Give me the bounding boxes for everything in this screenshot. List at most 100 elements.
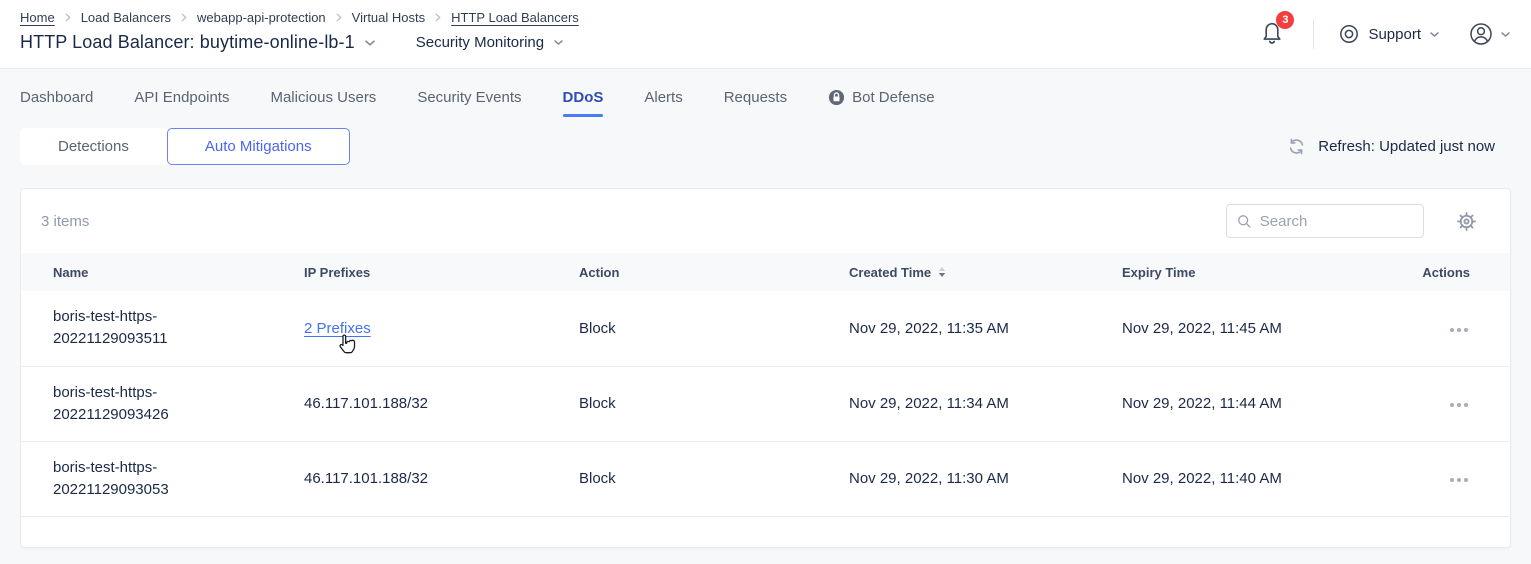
chevron-right-icon <box>64 13 72 22</box>
notifications-button[interactable]: 3 <box>1259 18 1285 51</box>
search-icon <box>1237 213 1252 230</box>
column-label: Expiry Time <box>1122 265 1195 280</box>
expiry-time-value: Nov 29, 2022, 11:44 AM <box>1122 395 1282 412</box>
tab-ddos[interactable]: DDoS <box>563 89 604 117</box>
row-actions-menu-button[interactable] <box>1448 397 1470 413</box>
tab-label: Requests <box>724 89 787 106</box>
page-title: HTTP Load Balancer: buytime-online-lb-1 <box>20 32 355 53</box>
title-row: HTTP Load Balancer: buytime-online-lb-1 … <box>20 32 1259 53</box>
ip-prefixes-cell: 46.117.101.188/32 <box>304 470 428 487</box>
header-right: 3 Support <box>1259 0 1511 68</box>
table-row: boris-test-https-20221129093511 2 Prefix… <box>21 291 1510 366</box>
created-time-value: Nov 29, 2022, 11:34 AM <box>849 395 1009 412</box>
chevron-down-icon <box>553 39 564 46</box>
created-time-value: Nov 29, 2022, 11:30 AM <box>849 470 1009 487</box>
column-label: Actions <box>1422 265 1470 280</box>
header-left: Home Load Balancers webapp-api-protection V… <box>20 0 1259 53</box>
tab-api-endpoints[interactable]: API Endpoints <box>134 89 229 117</box>
column-label: Name <box>53 265 88 280</box>
tab-label: API Endpoints <box>134 89 229 106</box>
column-header-expiry-time[interactable]: Expiry Time <box>1122 253 1402 291</box>
account-menu[interactable] <box>1468 21 1511 47</box>
search-input[interactable] <box>1260 213 1413 230</box>
prefixes-link[interactable]: 2 Prefixes <box>304 320 371 337</box>
breadcrumb-item[interactable]: Home <box>20 10 55 25</box>
expiry-time-value: Nov 29, 2022, 11:45 AM <box>1122 320 1282 337</box>
support-menu[interactable]: Support <box>1338 23 1440 45</box>
column-header-created-time[interactable]: Created Time <box>849 253 1122 291</box>
column-label: Action <box>579 265 619 280</box>
mitigations-card: 3 items Name IP Prefixes Action Created Tim… <box>20 188 1511 548</box>
bot-defense-icon <box>828 89 845 106</box>
tab-dashboard[interactable]: Dashboard <box>20 89 93 117</box>
chevron-right-icon <box>335 13 343 22</box>
security-tabs: Dashboard API Endpoints Malicious Users Sec… <box>0 69 1531 117</box>
row-actions-menu-button[interactable] <box>1448 472 1470 488</box>
table-settings-button[interactable] <box>1456 211 1477 232</box>
table-header-row: Name IP Prefixes Action Created Time Expiry … <box>21 253 1510 291</box>
toggle-detections[interactable]: Detections <box>20 128 167 165</box>
column-header-name[interactable]: Name <box>21 253 304 291</box>
header-divider <box>1313 19 1314 49</box>
search-box <box>1226 204 1424 238</box>
mitigation-name: boris-test-https-20221129093511 <box>53 306 228 350</box>
column-header-ip-prefixes[interactable]: IP Prefixes <box>304 253 579 291</box>
action-value: Block <box>579 395 616 412</box>
title-dropdown-chevron-icon[interactable] <box>364 39 376 47</box>
tab-label: Alerts <box>644 89 682 106</box>
mitigation-name: boris-test-https-20221129093053 <box>53 457 228 501</box>
chevron-down-icon <box>1429 31 1440 38</box>
column-header-action[interactable]: Action <box>579 253 849 291</box>
table-row: boris-test-https-20221129093426 46.117.1… <box>21 366 1510 441</box>
chevron-right-icon <box>180 13 188 22</box>
ip-prefix-value: 46.117.101.188/32 <box>304 470 428 487</box>
user-avatar-icon <box>1468 21 1494 47</box>
tab-security-events[interactable]: Security Events <box>417 89 521 117</box>
column-label: IP Prefixes <box>304 265 370 280</box>
tab-label: Malicious Users <box>270 89 376 106</box>
toggle-auto-mitigations[interactable]: Auto Mitigations <box>167 128 350 165</box>
breadcrumb-item[interactable]: Virtual Hosts <box>352 10 425 25</box>
context-dropdown-label: Security Monitoring <box>416 34 544 51</box>
tab-alerts[interactable]: Alerts <box>644 89 682 117</box>
chevron-down-icon <box>1500 31 1511 38</box>
subheader: DetectionsAuto Mitigations Refresh: Upda… <box>0 117 1531 165</box>
context-dropdown[interactable]: Security Monitoring <box>416 34 564 51</box>
column-header-actions[interactable]: Actions <box>1402 253 1510 291</box>
tab-label: DDoS <box>563 89 604 106</box>
view-toggle: DetectionsAuto Mitigations <box>20 128 350 165</box>
created-time-value: Nov 29, 2022, 11:35 AM <box>849 320 1009 337</box>
refresh-button[interactable]: Refresh: Updated just now <box>1287 137 1511 156</box>
items-count: 3 items <box>41 213 1226 230</box>
tab-malicious-users[interactable]: Malicious Users <box>270 89 376 117</box>
tab-label: Security Events <box>417 89 521 106</box>
breadcrumb-item[interactable]: HTTP Load Balancers <box>451 10 579 25</box>
breadcrumb-item[interactable]: Load Balancers <box>81 10 171 25</box>
tab-label: Bot Defense <box>852 89 935 106</box>
breadcrumb-item[interactable]: webapp-api-protection <box>197 10 326 25</box>
expiry-time-value: Nov 29, 2022, 11:40 AM <box>1122 470 1282 487</box>
mitigation-name: boris-test-https-20221129093426 <box>53 382 228 426</box>
notification-badge: 3 <box>1276 11 1294 29</box>
action-value: Block <box>579 470 616 487</box>
row-actions-menu-button[interactable] <box>1448 322 1470 338</box>
support-label: Support <box>1368 26 1421 43</box>
column-label: Created Time <box>849 265 931 280</box>
table-toolbar: 3 items <box>21 189 1510 253</box>
table-row: boris-test-https-20221129093053 46.117.1… <box>21 441 1510 516</box>
sort-indicator-icon <box>938 267 946 277</box>
tab-bot-defense[interactable]: Bot Defense <box>828 89 935 117</box>
ip-prefixes-cell: 46.117.101.188/32 <box>304 395 428 412</box>
mitigations-table: Name IP Prefixes Action Created Time Expiry … <box>21 253 1510 517</box>
tab-requests[interactable]: Requests <box>724 89 787 117</box>
ip-prefix-value: 46.117.101.188/32 <box>304 395 428 412</box>
refresh-icon <box>1287 137 1306 156</box>
app-header: Home Load Balancers webapp-api-protection V… <box>0 0 1531 69</box>
action-value: Block <box>579 320 616 337</box>
gear-icon <box>1456 211 1477 232</box>
refresh-label: Refresh: Updated just now <box>1318 138 1495 155</box>
chevron-right-icon <box>434 13 442 22</box>
tab-label: Dashboard <box>20 89 93 106</box>
ip-prefixes-cell: 2 Prefixes <box>304 320 371 337</box>
support-lifebuoy-icon <box>1338 23 1360 45</box>
